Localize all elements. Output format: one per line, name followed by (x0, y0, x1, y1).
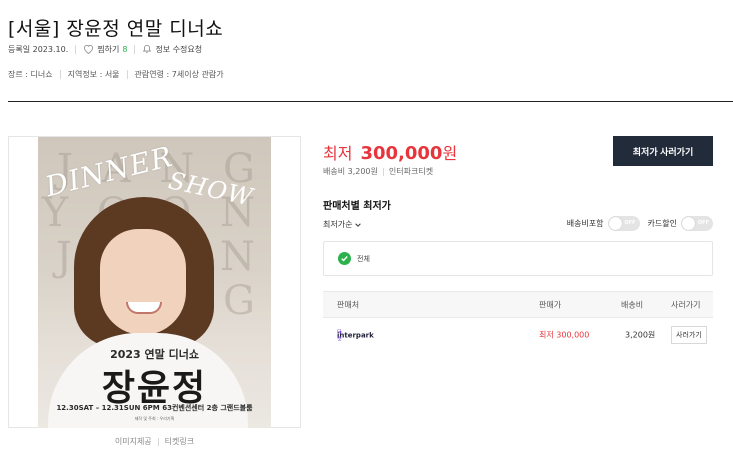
toggle-state: OFF (697, 220, 709, 226)
heart-icon (84, 44, 94, 54)
image-credit-link[interactable]: 이미지제공 (115, 436, 152, 447)
wish-button[interactable]: 찜하기 8 (83, 44, 127, 55)
shipping-info: 배송비 3,200원 인터파크티켓 (323, 166, 433, 177)
filter-box: 전체 (323, 241, 713, 276)
poster-date-line: 12.30SAT – 12.31SUN 6PM 63컨벤션센터 2층 그랜드볼룸 (56, 404, 253, 412)
sort-dropdown[interactable]: 최저가순 (323, 219, 362, 230)
toggle-knob (608, 217, 622, 230)
chevron-down-icon (355, 222, 362, 227)
report-label: 정보 수정요청 (155, 44, 203, 54)
divider (157, 437, 159, 446)
wish-label: 찜하기 (97, 44, 120, 54)
filter-chip-all[interactable]: 전체 (338, 252, 370, 265)
shipping-toggle[interactable]: OFF (607, 216, 640, 231)
shipping-toggle-label: 배송비포함 (566, 219, 604, 228)
price-label: 최저 (323, 144, 353, 163)
price-unit: 원 (442, 144, 458, 163)
lowest-price: 최저 300,000 원 (323, 140, 457, 164)
divider (382, 167, 384, 176)
seller-logo[interactable]: interpark 티켓 (337, 329, 374, 342)
seller-name: 인터파크티켓 (388, 167, 434, 176)
divider (59, 69, 61, 79)
check-icon (338, 252, 351, 265)
page-title: [서울] 장윤정 연말 디너쇼 (8, 18, 224, 40)
column-header: 판매처 (337, 300, 360, 309)
card-toggle-label: 카드할인 (647, 219, 677, 228)
divider (134, 44, 136, 54)
seller-logo-sub: 티켓 (337, 329, 342, 342)
toggle-knob (682, 217, 695, 230)
region-info: 지역정보 : 서울 (67, 69, 120, 79)
report-button[interactable]: 정보 수정요청 (142, 44, 202, 55)
go-buy-button[interactable]: 사러가기 (671, 326, 707, 344)
age-info: 관람연령 : 7세이상 관람가 (134, 69, 224, 79)
poster-face (100, 229, 186, 335)
sort-label: 최저가순 (323, 220, 353, 229)
poster-organizer: 제작 및 주최 : 우리기획 (134, 416, 175, 421)
row-action-wrap: 사러가기 (671, 326, 707, 344)
registered-date: 등록일 2023.10. (8, 44, 69, 54)
divider (126, 69, 128, 79)
poster-links: 이미지제공 티켓링크 (8, 436, 301, 447)
column-header: 배송비 (621, 300, 644, 309)
filter-chip-label: 전체 (357, 254, 370, 263)
toggle-state: OFF (624, 220, 636, 226)
wish-count: 8 (122, 44, 128, 54)
shipping-fee: 배송비 3,200원 (323, 167, 378, 176)
header-divider (8, 101, 733, 102)
ticketlink-link[interactable]: 티켓링크 (165, 436, 194, 447)
column-header: 판매가 (539, 300, 562, 309)
price-value: 300,000 (360, 143, 443, 164)
card-toggle-group: 카드할인 OFF (648, 216, 713, 231)
genre-info: 장르 : 디너쇼 (8, 69, 53, 79)
column-header: 사러가기 (671, 300, 701, 309)
bell-icon (143, 44, 152, 53)
table-row: interpark 티켓 최저 300,000 3,200원 사러가기 (323, 322, 713, 348)
buy-lowest-button[interactable]: 최저가 사러가기 (613, 136, 713, 166)
meta-bar: 등록일 2023.10. 찜하기 8 정보 수정요청 (8, 43, 202, 55)
row-price: 최저 300,000 (539, 330, 590, 340)
poster-image[interactable]: J A N G Y O O N J E O N G DINNER SHOW 20… (38, 137, 271, 428)
sellers-table-header: 판매처 판매가 배송비 사러가기 (323, 291, 713, 318)
info-bar: 장르 : 디너쇼 지역정보 : 서울 관람연령 : 7세이상 관람가 (8, 68, 224, 80)
toggle-group: 배송비포함 OFF 카드할인 OFF (567, 216, 713, 231)
shipping-toggle-group: 배송비포함 OFF (567, 216, 640, 231)
divider (75, 44, 77, 54)
row-shipping: 3,200원 (625, 330, 656, 340)
sellers-title: 판매처별 최저가 (323, 201, 391, 212)
card-toggle[interactable]: OFF (681, 216, 713, 231)
